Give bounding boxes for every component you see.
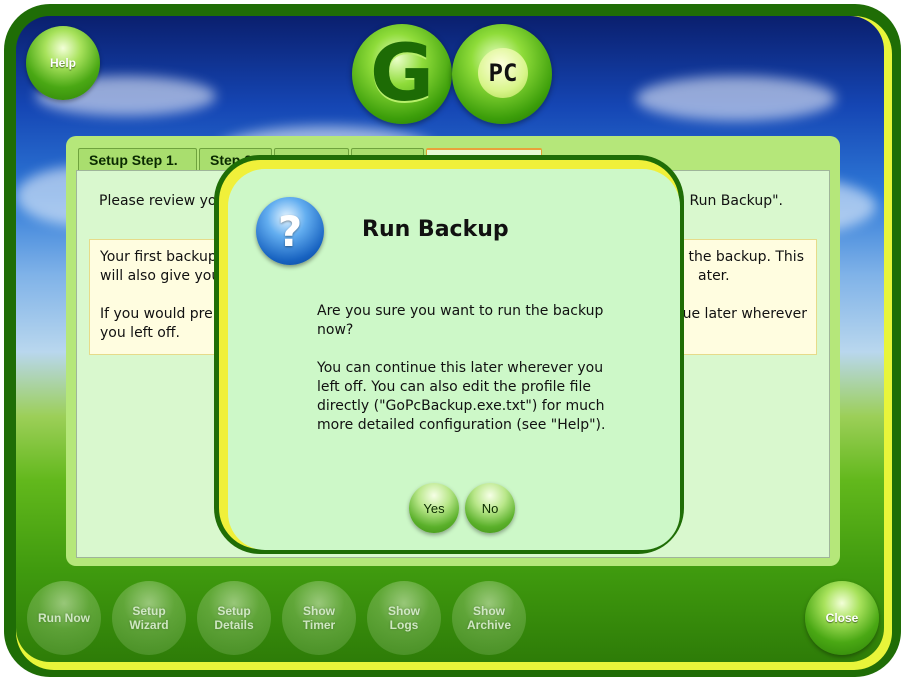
instruction-text: Please review yo (99, 193, 217, 209)
show-timer-button[interactable]: Show Timer (282, 581, 356, 655)
setup-wizard-button[interactable]: Setup Wizard (112, 581, 186, 655)
show-timer-label: Show Timer (302, 604, 336, 632)
question-icon: ? (256, 197, 324, 265)
run-now-label: Run Now (38, 611, 90, 625)
dialog-message-question: Are you sure you want to run the backup … (317, 303, 604, 338)
logo-g: G (352, 24, 452, 124)
tab-setup-step-1[interactable]: Setup Step 1. (78, 148, 197, 170)
note-line: If you would pre (100, 306, 213, 322)
no-button-label: No (481, 500, 499, 516)
question-icon-glyph: ? (277, 206, 303, 256)
run-now-button[interactable]: Run Now (27, 581, 101, 655)
help-button[interactable]: Help (26, 26, 100, 100)
note-line: the backup. This (688, 249, 804, 265)
show-logs-button[interactable]: Show Logs (367, 581, 441, 655)
note-line: Your first backup (100, 249, 217, 265)
note-line: ue later wherever (682, 306, 807, 322)
note-line: will also give you (100, 268, 221, 284)
logo-g-letter: G (369, 29, 435, 119)
yes-button-label: Yes (423, 500, 445, 516)
dialog-body: ? Run Backup Are you sure you want to ru… (228, 169, 680, 550)
run-backup-dialog: ? Run Backup Are you sure you want to ru… (214, 155, 684, 554)
no-button[interactable]: No (465, 483, 515, 533)
show-archive-button[interactable]: Show Archive (452, 581, 526, 655)
setup-wizard-label: Setup Wizard (129, 604, 169, 632)
note-line: you left off. (100, 325, 180, 341)
help-button-label: Help (49, 56, 76, 70)
close-button[interactable]: Close (805, 581, 879, 655)
logo-pc: PC (452, 24, 552, 124)
note-line: ater. (698, 268, 730, 284)
logo-pc-text: PC (478, 48, 528, 98)
dialog-message: Are you sure you want to run the backup … (317, 302, 617, 454)
show-logs-label: Show Logs (388, 604, 420, 632)
dialog-message-detail: You can continue this later wherever you… (317, 360, 606, 433)
yes-button[interactable]: Yes (409, 483, 459, 533)
dialog-title: Run Backup (362, 217, 509, 242)
setup-details-button[interactable]: Setup Details (197, 581, 271, 655)
cloud (636, 76, 836, 121)
close-button-label: Close (825, 611, 859, 625)
show-archive-label: Show Archive (466, 604, 512, 632)
dialog-border: ? Run Backup Are you sure you want to ru… (219, 160, 680, 550)
instruction-text-end: Run Backup". (689, 193, 783, 209)
setup-details-label: Setup Details (214, 604, 254, 632)
